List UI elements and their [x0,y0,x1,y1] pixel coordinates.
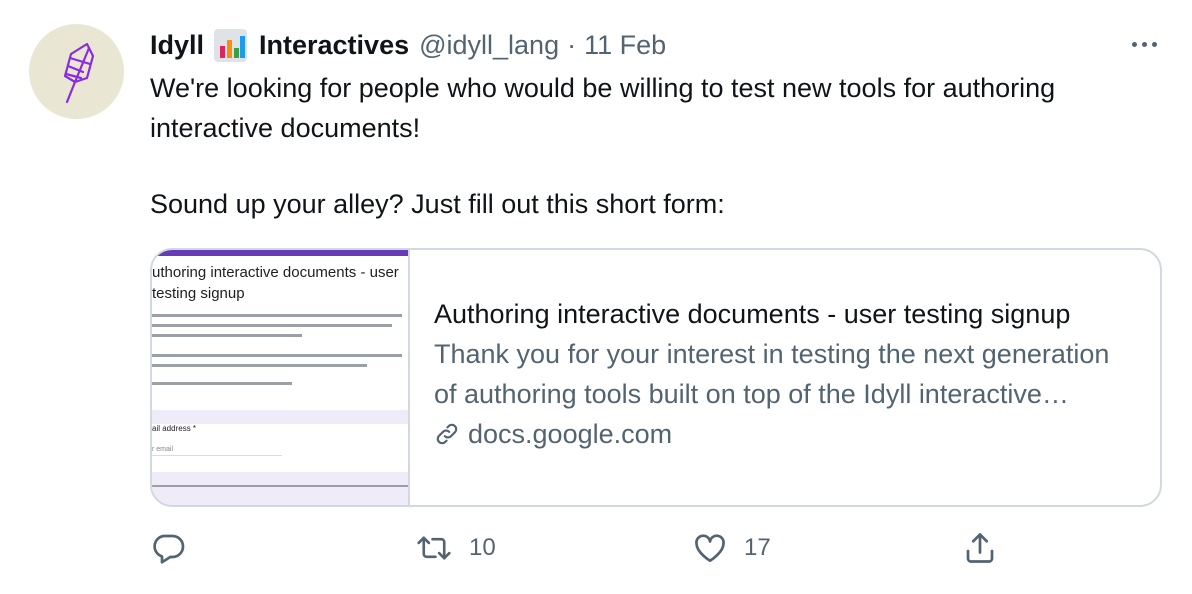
like-count: 17 [744,534,771,561]
display-name-part1[interactable]: Idyll [150,30,204,61]
link-preview-card[interactable]: uthoring interactive documents - user te… [150,248,1162,507]
feather-logo-icon [63,42,94,103]
card-title: Authoring interactive documents - user t… [434,299,1071,329]
like-button[interactable]: 17 [692,530,771,566]
share-button[interactable] [962,530,998,566]
avatar[interactable] [29,24,124,119]
thumbnail-footer [152,485,408,487]
tweet-text-paragraph-1: We're looking for people who would be wi… [150,73,1056,143]
reply-icon [153,534,185,564]
card-description: Thank you for your interest in testing t… [434,339,1110,409]
tweet-actions: 10 17 [0,530,1192,570]
thumbnail-field-input: r email [152,446,282,456]
card-domain-text: docs.google.com [468,419,673,449]
heart-icon [695,534,725,563]
tweet-text-paragraph-2: Sound up your alley? Just fill out this … [150,189,725,219]
separator-dot: · [567,29,577,60]
tweet-text: We're looking for people who would be wi… [150,68,1090,224]
tweet-header: Idyll Interactives @idyll_lang · 11 Feb [150,28,666,62]
share-icon [966,533,994,563]
card-domain: docs.google.com [434,414,1136,454]
bar-chart-emoji-icon [214,28,248,62]
retweet-icon [417,536,451,560]
tweet-date[interactable]: 11 Feb [584,30,666,61]
thumbnail-field-label: ail address * [152,424,197,433]
thumbnail-form-title: uthoring interactive documents - user te… [152,264,399,302]
card-body: Authoring interactive documents - user t… [410,250,1160,505]
more-options-icon[interactable] [1124,34,1164,54]
card-thumbnail: uthoring interactive documents - user te… [152,250,410,505]
thumbnail-form-field: ail address * r email [152,424,408,472]
display-name-part2[interactable]: Interactives [259,30,409,61]
retweet-count: 10 [469,534,496,561]
retweet-button[interactable]: 10 [415,530,496,566]
reply-button[interactable] [150,530,202,566]
link-icon [436,423,458,445]
user-handle[interactable]: @idyll_lang [419,30,559,61]
